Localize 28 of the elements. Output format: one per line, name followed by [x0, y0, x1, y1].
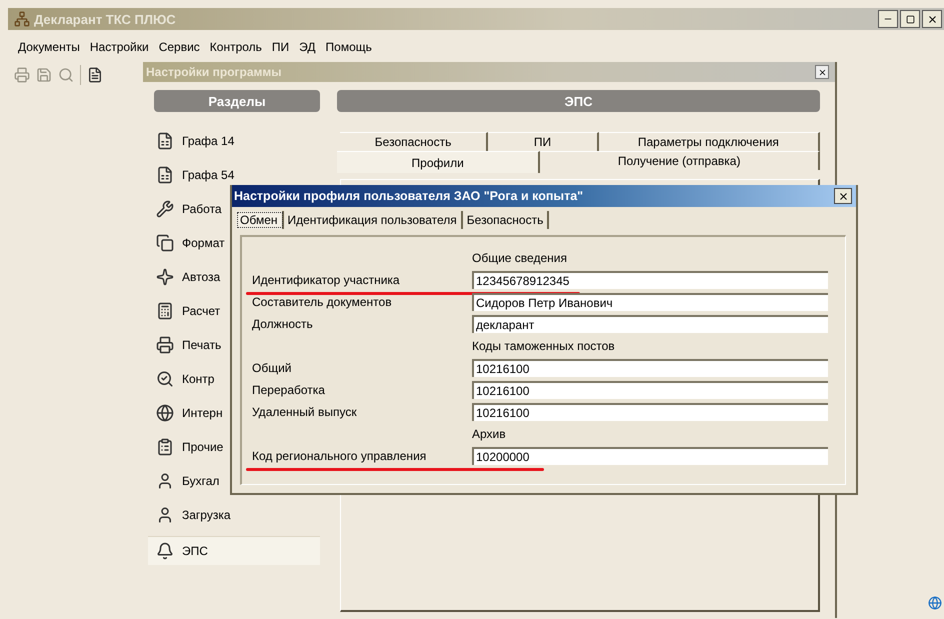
field-label: Общий [252, 361, 292, 375]
section-label: Интерн [182, 406, 223, 420]
field-label: Переработка [252, 383, 326, 397]
section-label: Графа 54 [182, 168, 234, 182]
section-label: Контр [182, 372, 214, 386]
group-heading: Коды таможенных постов [472, 339, 615, 353]
section-label: Прочие [182, 440, 224, 454]
section-label: ЭПС [182, 544, 208, 558]
section-label: Загрузка [182, 508, 231, 522]
content-header: ЭПС [337, 90, 820, 112]
dialog-title: Настройки профиля пользователя ЗАО "Рога и копыта" [234, 189, 584, 203]
window-title: Декларант ТКС ПЛЮС [34, 12, 176, 26]
field-label: Код регионального управления [252, 449, 428, 463]
sections-header: Разделы [154, 90, 320, 112]
group-heading: Общие сведения [472, 251, 567, 265]
section-label: Формат [182, 236, 225, 250]
dialog-title: Настройки программы [146, 65, 282, 79]
section-label: Автоза [182, 270, 220, 284]
field-label: Должность [252, 317, 314, 331]
field-label: Идентификатор участника [252, 273, 401, 287]
section-label: Расчет [182, 304, 220, 318]
section-label: Работа [182, 202, 222, 216]
section-label: Печать [182, 338, 222, 352]
group-heading: Архив [472, 427, 506, 441]
field-label: Удаленный выпуск [252, 405, 358, 419]
section-label: Бухгал [182, 474, 220, 488]
field-label: Составитель документов [252, 295, 393, 309]
section-label: Графа 14 [182, 134, 234, 148]
